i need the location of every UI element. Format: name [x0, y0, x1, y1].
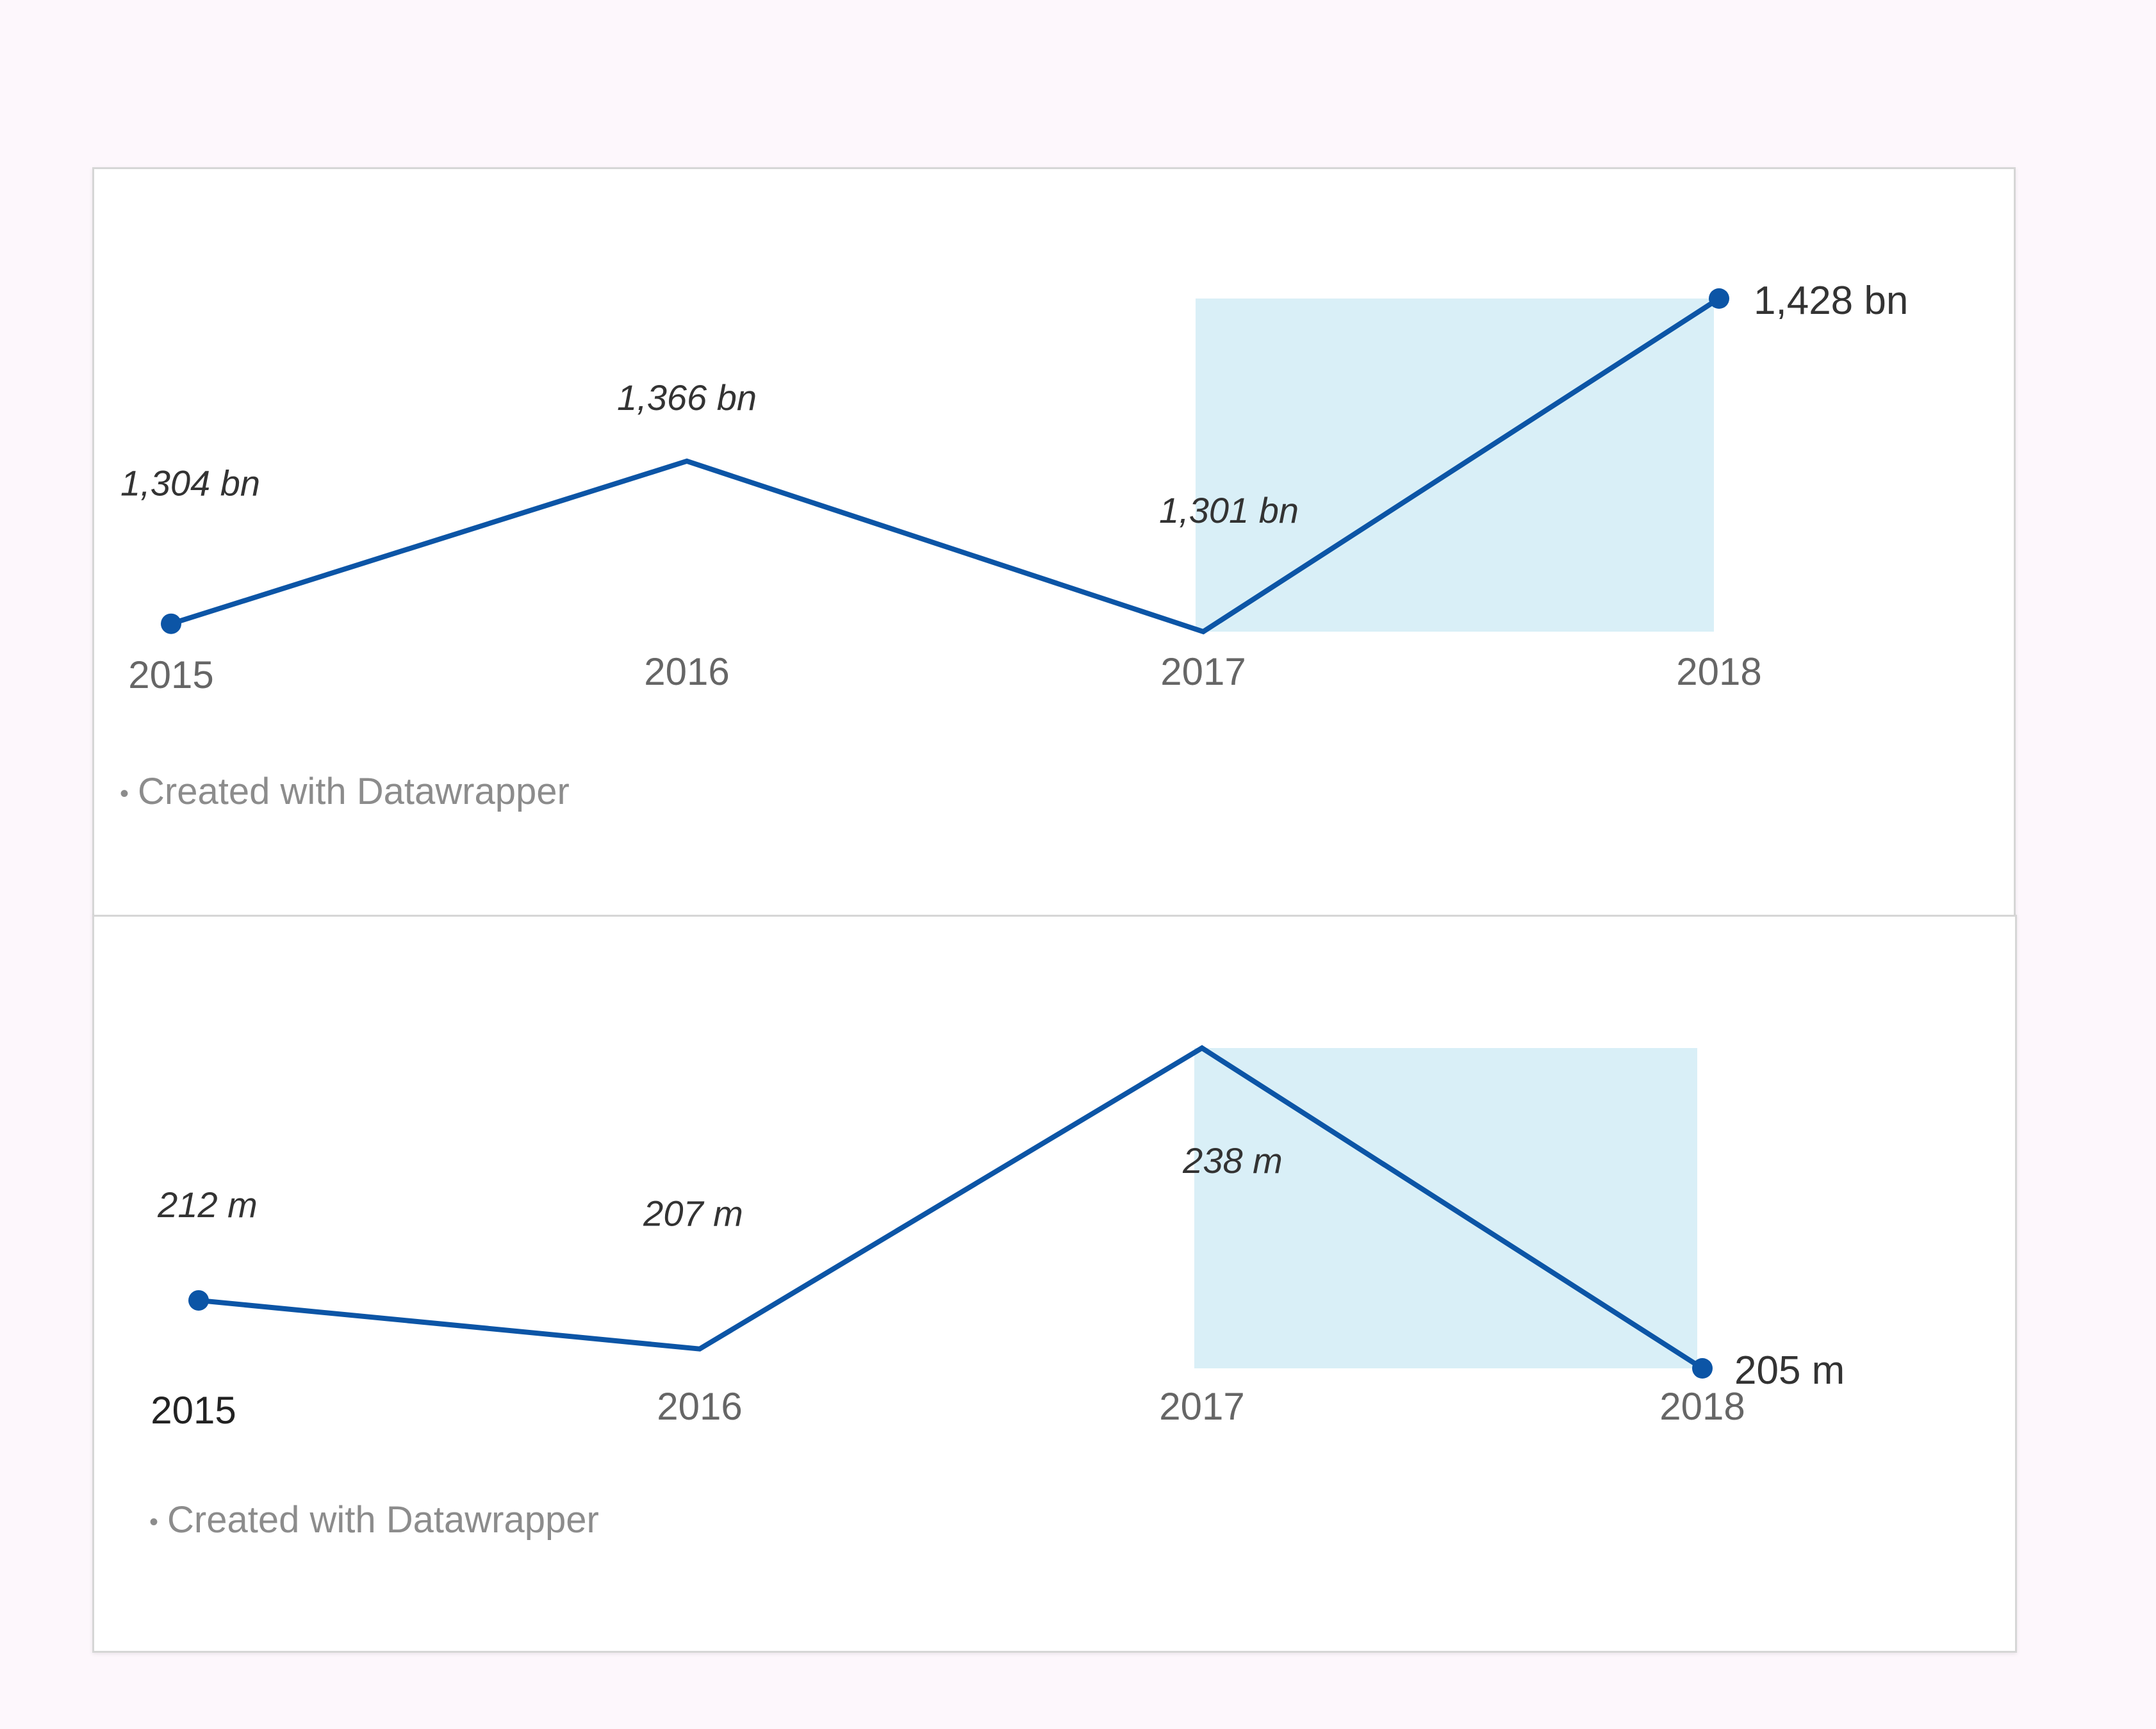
data-point-2018	[1692, 1358, 1713, 1379]
value-label-2017: 1,301 bn	[1159, 490, 1299, 530]
chart-card-1: 1,304 bn 1,366 bn 1,301 bn 1,428 bn 2015 2016…	[92, 167, 2016, 917]
value-label-2016: 1,366 bn	[617, 377, 757, 418]
x-tick-label-2018: 2018	[1659, 1385, 1745, 1428]
highlight-range	[1194, 1048, 1697, 1368]
bullet-icon: •	[120, 780, 129, 808]
x-tick-label-2015: 2015	[128, 653, 213, 696]
value-label-2017: 238 m	[1182, 1140, 1283, 1181]
x-tick-label-2018: 2018	[1676, 650, 1761, 693]
x-tick-label-2015: 2015	[151, 1389, 236, 1432]
value-label-2016: 207 m	[643, 1193, 743, 1234]
x-tick-label-2017: 2017	[1159, 1385, 1244, 1428]
value-label-2018: 205 m	[1734, 1348, 1845, 1393]
value-label-2018: 1,428 bn	[1754, 279, 1908, 323]
x-tick-label-2017: 2017	[1160, 650, 1246, 693]
line-chart-2: 212 m 207 m 238 m 205 m 2015 2016 2017 2018	[151, 1045, 1845, 1432]
data-point-2015	[161, 613, 181, 634]
value-label-2015: 1,304 bn	[120, 463, 260, 504]
credit-label: Created with Datawrapper	[138, 771, 570, 812]
credit-text-2: • Created with Datawrapper	[149, 1498, 599, 1541]
x-tick-label-2016: 2016	[644, 650, 729, 693]
chart-card-2: 212 m 207 m 238 m 205 m 2015 2016 2017 2018 • Cr…	[92, 915, 2017, 1653]
data-point-2015	[188, 1290, 209, 1311]
data-point-2018	[1709, 288, 1729, 309]
credit-text-1: • Created with Datawrapper	[120, 770, 570, 813]
highlight-range	[1196, 299, 1714, 632]
x-tick-label-2016: 2016	[657, 1385, 742, 1428]
bullet-icon: •	[149, 1508, 159, 1537]
credit-label: Created with Datawrapper	[167, 1499, 599, 1541]
value-label-2015: 212 m	[157, 1184, 258, 1225]
